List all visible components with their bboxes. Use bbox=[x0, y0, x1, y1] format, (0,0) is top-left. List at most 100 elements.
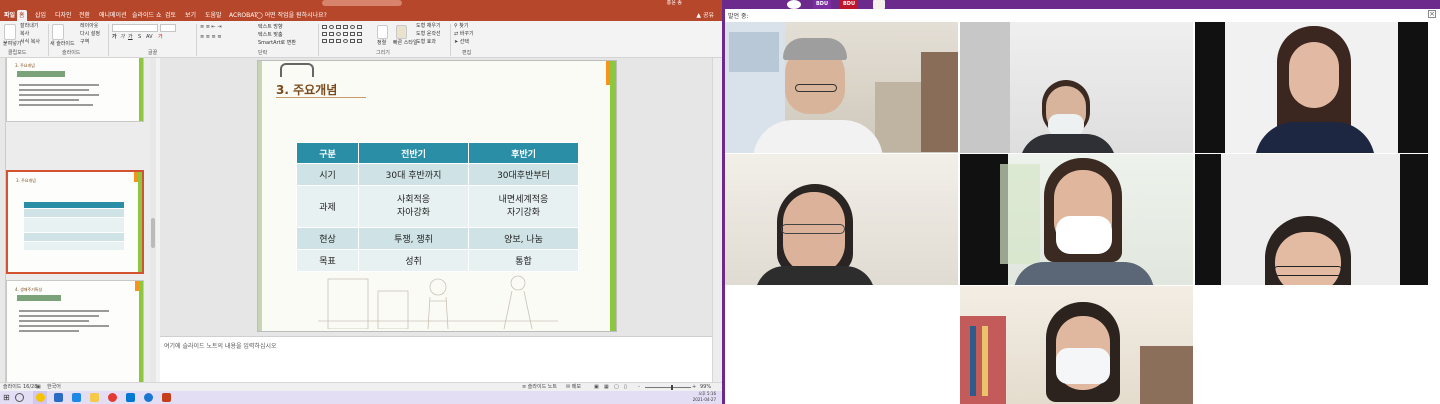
slide-title[interactable]: 3. 주요개념 bbox=[276, 81, 337, 98]
close-icon[interactable]: × bbox=[1428, 10, 1436, 18]
zoom-in-button[interactable]: + bbox=[692, 384, 696, 391]
table-row: 시기 30대 후반까지 30대후반부터 bbox=[296, 163, 579, 186]
participant-video[interactable] bbox=[725, 22, 958, 153]
tell-me-box[interactable]: ◯ 어떤 작업을 원하시나요? bbox=[256, 10, 327, 21]
slide-thumbnail[interactable]: 3. 주요개념 bbox=[6, 58, 144, 122]
underline-button[interactable]: 가 bbox=[128, 34, 133, 41]
zoom-out-button[interactable]: - bbox=[638, 384, 640, 391]
layout-button[interactable]: 레이아웃 bbox=[80, 23, 98, 30]
tab-slideshow[interactable]: 슬라이드 쇼 bbox=[130, 10, 164, 21]
tab-review[interactable]: 검토 bbox=[163, 10, 178, 21]
smartart-button[interactable]: SmartArt로 변환 bbox=[258, 40, 296, 47]
replace-button[interactable]: ⇄ 바꾸기 bbox=[454, 31, 474, 38]
char-spacing-button[interactable]: AV bbox=[146, 34, 153, 41]
kakaotalk-icon[interactable] bbox=[36, 393, 45, 402]
chrome-icon[interactable] bbox=[108, 393, 117, 402]
strikethrough-button[interactable]: S bbox=[138, 34, 141, 41]
slideshow-view-icon[interactable]: ▯ bbox=[624, 384, 627, 391]
slide-decor-green bbox=[610, 61, 616, 331]
zoom-slider-thumb[interactable] bbox=[671, 385, 673, 390]
arrange-button[interactable]: 정렬 bbox=[377, 40, 386, 47]
powerpoint-taskbar-icon[interactable] bbox=[162, 393, 171, 402]
participant-video[interactable] bbox=[960, 154, 1193, 285]
notes-pane[interactable]: 여기에 슬라이드 노트의 내용을 입력하십시오 bbox=[160, 336, 712, 382]
tab-transitions[interactable]: 전환 bbox=[77, 10, 92, 21]
tab-help[interactable]: 도움말 bbox=[203, 10, 224, 21]
select-button[interactable]: ➤ 선택 bbox=[454, 39, 469, 46]
bold-button[interactable]: 가 bbox=[112, 34, 117, 41]
tab-design[interactable]: 디자인 bbox=[53, 10, 74, 21]
quick-styles-button[interactable]: 빠른 스타일 bbox=[393, 40, 418, 47]
folder-icon[interactable] bbox=[90, 393, 99, 402]
zoom-level[interactable]: 99% bbox=[700, 384, 711, 391]
copy-button[interactable]: 복사 bbox=[20, 31, 29, 38]
thumbnail-scrollbar[interactable] bbox=[150, 58, 156, 384]
normal-view-icon[interactable]: ▣ bbox=[594, 384, 599, 391]
bdu-logo: BDU bbox=[813, 0, 831, 9]
participant-video[interactable] bbox=[1195, 22, 1428, 153]
cut-button[interactable]: 잘라내기 bbox=[20, 23, 38, 30]
find-icon: ⚲ bbox=[454, 23, 458, 29]
tab-home[interactable]: 홈 bbox=[17, 10, 27, 21]
empty-tile bbox=[725, 286, 958, 404]
slide-scrollbar[interactable] bbox=[712, 58, 722, 384]
tab-file[interactable]: 파일 bbox=[2, 10, 17, 21]
system-clock[interactable]: 오후 5:16 2021-04-27 bbox=[693, 391, 716, 403]
tab-view[interactable]: 보기 bbox=[183, 10, 198, 21]
sorter-view-icon[interactable]: ▦ bbox=[604, 384, 609, 391]
table-cell: 과제 bbox=[296, 185, 359, 228]
align-buttons[interactable]: ≡ ≡ ≡ ≡ bbox=[200, 34, 222, 41]
participant-video[interactable] bbox=[725, 154, 958, 285]
new-slide-button[interactable]: 새 슬라이드 bbox=[50, 41, 75, 48]
slide[interactable]: 3. 주요개념 구분 전반기 후반기 시기 30대 후반까지 30대후반부터 과… bbox=[257, 60, 617, 332]
zoom-slider[interactable] bbox=[645, 387, 691, 388]
text-direction-button[interactable]: 텍스트 방향 bbox=[258, 24, 283, 31]
arrange-icon[interactable] bbox=[377, 25, 388, 39]
italic-button[interactable]: 가 bbox=[120, 34, 125, 41]
windows-taskbar: ⊞ 오후 5:16 2021-04-27 bbox=[0, 391, 722, 404]
reset-button[interactable]: 다시 설정 bbox=[80, 31, 100, 38]
align-text-button[interactable]: 텍스트 맞춤 bbox=[258, 32, 283, 39]
participant-video[interactable] bbox=[960, 22, 1193, 153]
group-slides: 슬라이드 bbox=[62, 50, 81, 56]
app-icon[interactable] bbox=[144, 393, 153, 402]
section-button[interactable]: 구역 bbox=[80, 39, 89, 46]
tab-animations[interactable]: 애니메이션 bbox=[97, 10, 129, 21]
table-cell: 성취 bbox=[358, 249, 469, 272]
user-name[interactable]: 홍윤 송 bbox=[667, 0, 682, 7]
paste-button[interactable] bbox=[4, 24, 16, 40]
edge-icon[interactable] bbox=[126, 393, 135, 402]
language-indicator[interactable]: 한국어 bbox=[47, 384, 61, 391]
participant-video[interactable] bbox=[960, 286, 1193, 404]
empty-tile bbox=[1195, 286, 1428, 404]
spellcheck-icon[interactable]: ▣ bbox=[36, 384, 41, 391]
select-icon: ➤ bbox=[454, 39, 459, 45]
share-button[interactable]: ▲ 공유 bbox=[696, 10, 714, 21]
screen: 홍윤 송 파일 홈 삽입 디자인 전환 애니메이션 슬라이드 쇼 검토 보기 도… bbox=[0, 0, 1440, 404]
font-name-box[interactable] bbox=[112, 24, 158, 32]
shape-outline-button[interactable]: 도형 윤곽선 bbox=[416, 31, 441, 38]
quick-styles-icon[interactable] bbox=[396, 25, 407, 39]
slide-thumbnail-selected[interactable]: 3. 주요개념 bbox=[6, 170, 144, 274]
comments-button[interactable]: ✉ 메모 bbox=[566, 384, 581, 391]
participant-video[interactable] bbox=[1195, 154, 1428, 285]
find-button[interactable]: ⚲ 찾기 bbox=[454, 23, 468, 30]
tab-insert[interactable]: 삽입 bbox=[33, 10, 48, 21]
format-painter-button[interactable]: 서식 복사 bbox=[20, 39, 40, 46]
new-slide-icon[interactable] bbox=[52, 24, 64, 40]
search-icon[interactable] bbox=[15, 393, 24, 402]
font-size-box[interactable] bbox=[160, 24, 176, 32]
tab-acrobat[interactable]: ACROBAT bbox=[227, 10, 260, 21]
reading-view-icon[interactable]: ▢ bbox=[614, 384, 619, 391]
browser-icon[interactable] bbox=[72, 393, 81, 402]
zoom-app-icon[interactable] bbox=[54, 393, 63, 402]
shape-fill-button[interactable]: 도형 채우기 bbox=[416, 23, 441, 30]
search-box[interactable] bbox=[322, 0, 402, 6]
bullets-button[interactable]: ≡ ≡ ⇤ ⇥ bbox=[200, 24, 222, 31]
font-color-button[interactable]: 가 bbox=[158, 34, 163, 41]
shape-effects-button[interactable]: 도형 효과 bbox=[416, 39, 436, 46]
table-header: 후반기 bbox=[468, 142, 579, 164]
slide-thumbnail[interactable]: 4. 생애주기특성 bbox=[6, 280, 144, 384]
start-button[interactable]: ⊞ bbox=[3, 393, 12, 402]
notes-toggle-button[interactable]: ≡ 슬라이드 노트 bbox=[522, 384, 557, 391]
